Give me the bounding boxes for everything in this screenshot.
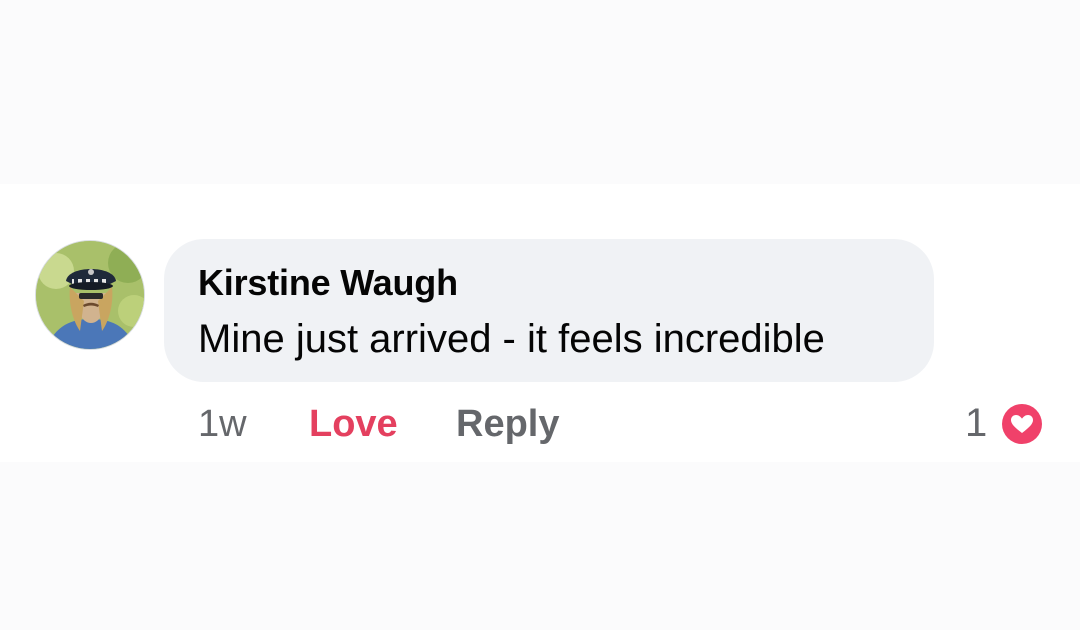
avatar-photo: [36, 241, 144, 349]
comment-timestamp[interactable]: 1w: [198, 403, 247, 446]
comment-text: Mine just arrived - it feels incredible: [198, 317, 825, 361]
comment-author[interactable]: Kirstine Waugh: [198, 262, 458, 304]
heart-icon-graphic: [999, 401, 1045, 447]
reaction-count[interactable]: 1: [965, 401, 987, 446]
love-button[interactable]: Love: [309, 403, 398, 446]
avatar[interactable]: [35, 240, 145, 350]
reply-button[interactable]: Reply: [456, 403, 559, 446]
heart-icon[interactable]: [998, 400, 1046, 448]
